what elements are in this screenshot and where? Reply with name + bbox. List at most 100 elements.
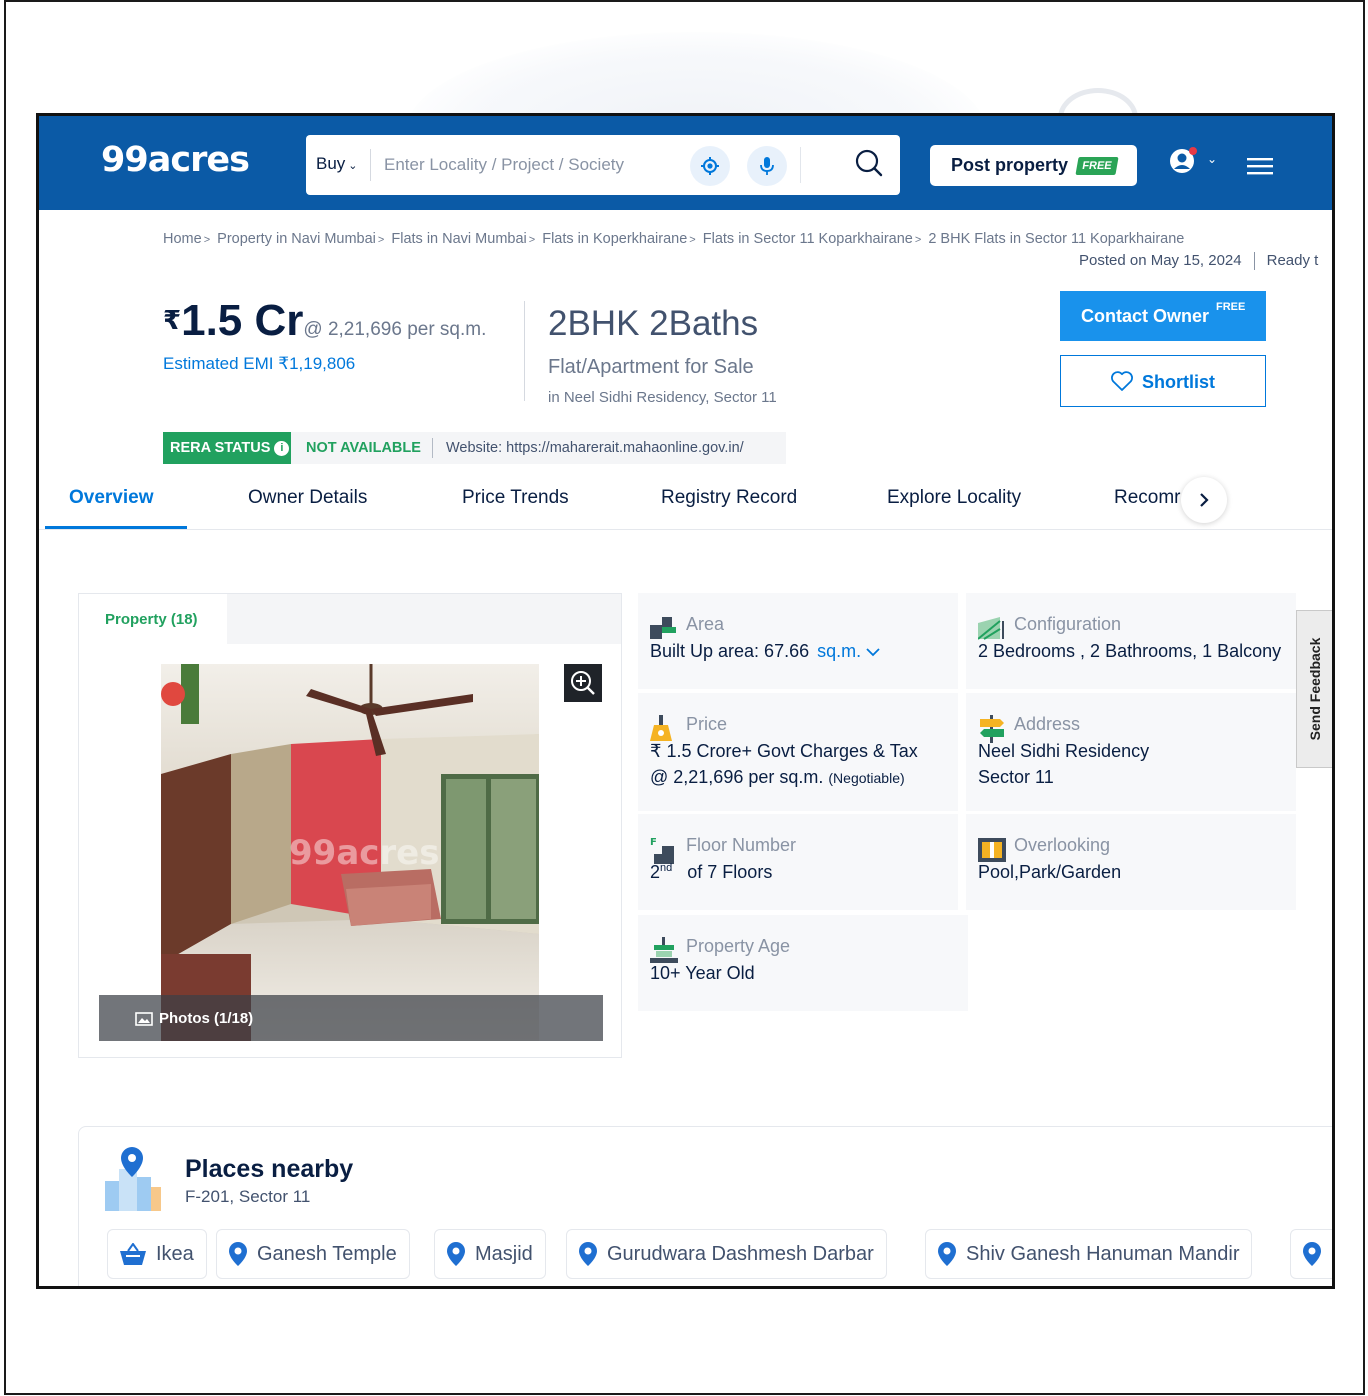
locate-icon	[701, 157, 719, 175]
chevron-right-icon: >	[203, 234, 211, 246]
place-chip-label: Masjid	[475, 1242, 533, 1265]
divider	[524, 301, 525, 401]
free-badge: FREE	[1075, 157, 1119, 175]
search-divider	[800, 147, 801, 183]
configuration-icon	[978, 617, 1004, 640]
send-feedback-button[interactable]: Send Feedback	[1296, 610, 1332, 768]
chevron-down-icon: ⌄	[348, 160, 358, 172]
location-button[interactable]	[690, 146, 730, 186]
breadcrumb-item[interactable]: Flats in Sector 11 Koparkhairane	[703, 231, 913, 247]
feature-area: Area Built Up area: 67.66 sq.m.	[638, 593, 958, 689]
breadcrumb-item[interactable]: 2 BHK Flats in Sector 11 Koparkhairane	[928, 231, 1184, 247]
chevron-right-icon: >	[914, 234, 922, 246]
signpost-icon	[980, 715, 1004, 743]
chevron-right-icon: >	[689, 234, 696, 246]
breadcrumb-item[interactable]: Flats in Navi Mumbai	[391, 231, 526, 247]
post-property-button[interactable]: Post property FREE	[930, 145, 1137, 186]
place-chip-more[interactable]	[1290, 1229, 1332, 1279]
rera-website[interactable]: Website: https://maharerait.mahaonline.g…	[446, 440, 744, 456]
active-tab-indicator	[45, 526, 187, 529]
free-badge: FREE	[1216, 301, 1246, 313]
zoom-in-icon	[571, 671, 595, 695]
post-property-label: Post property	[951, 155, 1069, 175]
place-chip-shiv-ganesh-hanuman-mandir[interactable]: Shiv Ganesh Hanuman Mandir	[925, 1229, 1253, 1279]
room-photo-illustration: 99acres	[161, 664, 539, 1041]
shortlist-label: Shortlist	[1142, 372, 1216, 392]
address-line2: Sector 11	[978, 767, 1054, 787]
price-block: ₹1.5 Cr@ 2,21,696 per sq.m.	[163, 296, 486, 346]
chevron-down-icon: ⌄	[1207, 152, 1218, 166]
tabs-next-button[interactable]	[1181, 477, 1227, 523]
info-icon: i	[274, 441, 290, 456]
tab-recommendations[interactable]: Recomr	[1114, 487, 1181, 509]
tab-explore-locality[interactable]: Explore Locality	[887, 487, 1021, 509]
user-menu[interactable]	[1169, 146, 1199, 181]
heart-icon	[1110, 370, 1134, 397]
listing-location[interactable]: in Neel Sidhi Residency, Sector 11	[548, 389, 777, 406]
photos-count-bar[interactable]: Photos (1/18)	[99, 995, 603, 1041]
feature-address: Address Neel Sidhi Residency Sector 11	[966, 693, 1296, 811]
places-address: F-201, Sector 11	[185, 1187, 311, 1206]
photo-watermark: 99acres	[289, 833, 439, 873]
property-photo[interactable]: 99acres	[161, 664, 539, 1041]
rera-status-badge[interactable]: RERA STATUS i	[163, 432, 291, 464]
floor-value: 2nd of 7 Floors	[650, 862, 772, 883]
voice-search-button[interactable]	[747, 146, 787, 186]
location-pin-icon	[938, 1242, 956, 1266]
rera-status-value: NOT AVAILABLE	[306, 440, 421, 456]
zoom-button[interactable]	[564, 664, 602, 702]
address-line1: Neel Sidhi Residency	[978, 741, 1150, 761]
place-chip-ganesh-temple[interactable]: Ganesh Temple	[216, 1229, 410, 1279]
places-nearby-section: Places nearby F-201, Sector 11 Ikea Gane…	[78, 1126, 1332, 1286]
estimated-emi-link[interactable]: Estimated EMI ₹1,19,806	[163, 354, 355, 374]
area-unit-dropdown[interactable]: sq.m.	[817, 641, 880, 661]
hamburger-menu[interactable]	[1247, 156, 1275, 181]
rera-strip: RERA STATUS i NOT AVAILABLE Website: http…	[163, 432, 786, 464]
search-input[interactable]	[384, 149, 674, 181]
tab-price-trends[interactable]: Price Trends	[462, 487, 569, 509]
divider	[432, 438, 433, 458]
photos-count-label: Photos (1/18)	[159, 1010, 254, 1027]
place-chip-masjid[interactable]: Masjid	[434, 1229, 546, 1279]
breadcrumb-item[interactable]: Home	[163, 231, 202, 247]
window-icon	[978, 838, 1006, 862]
svg-text:F: F	[650, 837, 657, 848]
microphone-icon	[760, 157, 774, 175]
overlooking-value: Pool,Park/Garden	[978, 862, 1122, 882]
search-button[interactable]	[854, 148, 884, 183]
divider	[1253, 252, 1255, 271]
tab-overview[interactable]: Overview	[69, 487, 154, 509]
breadcrumb-item[interactable]: Property in Navi Mumbai	[217, 231, 376, 247]
place-chip-ikea[interactable]: Ikea	[107, 1229, 207, 1279]
posted-info: Posted on May 15, 2024 Ready t	[1079, 252, 1318, 271]
breadcrumb: Home > Property in Navi Mumbai > Flats in …	[163, 231, 1184, 247]
shortlist-button[interactable]: Shortlist	[1060, 355, 1266, 407]
tab-owner-details[interactable]: Owner Details	[248, 487, 367, 509]
site-logo[interactable]: 99acres	[101, 140, 250, 180]
search-icon	[855, 149, 883, 177]
feature-configuration: Configuration 2 Bedrooms , 2 Bathrooms, …	[966, 593, 1296, 689]
feature-label: Property Age	[686, 936, 791, 956]
place-chip-gurudwara[interactable]: Gurudwara Dashmesh Darbar	[566, 1229, 887, 1279]
breadcrumb-item[interactable]: Flats in Koperkhairane	[542, 231, 687, 247]
feature-label: Area	[686, 614, 725, 634]
user-icon	[1170, 147, 1197, 173]
place-chip-label: Ikea	[156, 1242, 194, 1265]
contact-owner-button[interactable]: Contact Owner FREE	[1060, 291, 1266, 341]
floor-icon: F	[650, 837, 674, 864]
area-unit: sq.m.	[817, 641, 862, 661]
gallery-tab-property[interactable]: Property (18)	[79, 594, 227, 644]
image-icon	[135, 1012, 153, 1026]
posted-date: Posted on May 15, 2024	[1079, 252, 1242, 269]
floor-suffix: nd	[660, 862, 673, 874]
price-per-sqm: @ 2,21,696 per sq.m.	[303, 319, 487, 340]
place-chip-label: Ganesh Temple	[257, 1242, 397, 1265]
price-amount: 1.5 Cr	[181, 296, 304, 345]
negotiable-note: (Negotiable)	[828, 770, 905, 786]
tab-registry-record[interactable]: Registry Record	[661, 487, 797, 509]
buy-dropdown[interactable]: Buy ⌄	[316, 154, 358, 174]
location-pin-icon	[579, 1242, 597, 1266]
city-location-icon	[105, 1147, 161, 1211]
property-age-value: 10+ Year Old	[650, 963, 755, 983]
feature-value: Built Up area: 67.66 sq.m.	[650, 641, 880, 662]
